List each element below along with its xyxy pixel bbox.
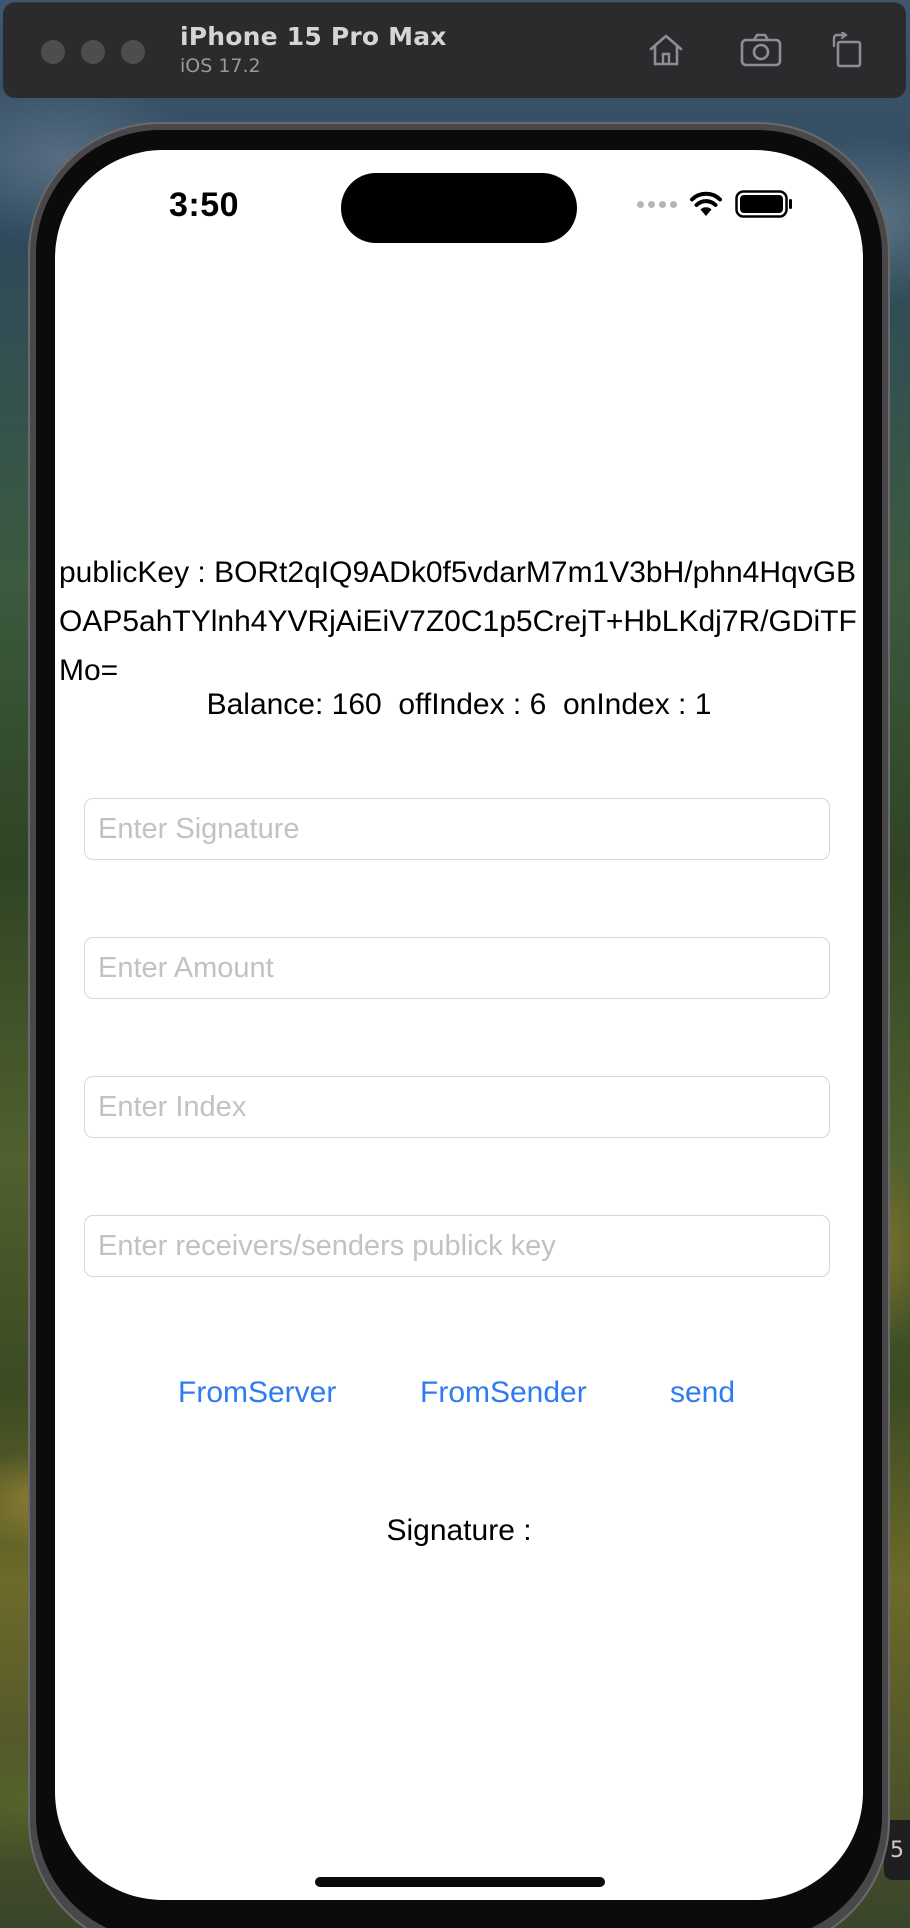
- rotate-button[interactable]: [825, 28, 871, 72]
- send-button[interactable]: send: [670, 1376, 735, 1410]
- wifi-icon: [690, 191, 722, 216]
- amount-field[interactable]: [84, 937, 830, 999]
- window-minimize-button[interactable]: [81, 40, 105, 64]
- home-button[interactable]: [643, 28, 689, 72]
- signature-field[interactable]: [84, 798, 830, 860]
- phone-screen: 3:50 publicKey : BORt2qIQ9ADk0f5vdarM7m1…: [55, 150, 863, 1900]
- from-sender-button[interactable]: FromSender: [420, 1376, 587, 1410]
- public-key-text: publicKey : BORt2qIQ9ADk0f5vdarM7m1V3bH/…: [59, 556, 857, 687]
- from-server-button[interactable]: FromServer: [178, 1376, 336, 1410]
- amount-input[interactable]: [85, 938, 829, 998]
- index-input[interactable]: [85, 1077, 829, 1137]
- public-key-input[interactable]: [85, 1216, 829, 1276]
- status-indicators: [637, 190, 793, 218]
- battery-icon: [735, 190, 792, 218]
- side-badge: 5: [890, 1837, 904, 1863]
- device-name: iPhone 15 Pro Max: [180, 22, 447, 51]
- home-indicator[interactable]: [315, 1877, 605, 1887]
- signature-label: Signature :: [386, 1514, 532, 1547]
- balance-info: Balance: 160 offIndex : 6 onIndex : 1: [206, 688, 712, 721]
- signature-input[interactable]: [85, 799, 829, 859]
- index-field[interactable]: [84, 1076, 830, 1138]
- rotate-icon: [832, 32, 862, 68]
- simulator-desktop: iPhone 15 Pro Max iOS 17.2 5 3:50 public…: [0, 0, 910, 1928]
- window-zoom-button[interactable]: [121, 40, 145, 64]
- home-icon: [649, 34, 683, 66]
- dynamic-island: [341, 173, 577, 243]
- status-time: 3:50: [169, 186, 240, 224]
- os-version: iOS 17.2: [180, 55, 261, 77]
- cellular-signal-icon: [637, 200, 677, 208]
- simulator-toolbar: iPhone 15 Pro Max iOS 17.2: [3, 2, 906, 98]
- camera-icon: [740, 33, 782, 67]
- window-close-button[interactable]: [41, 40, 65, 64]
- screenshot-button[interactable]: [738, 28, 784, 72]
- public-key-field[interactable]: [84, 1215, 830, 1277]
